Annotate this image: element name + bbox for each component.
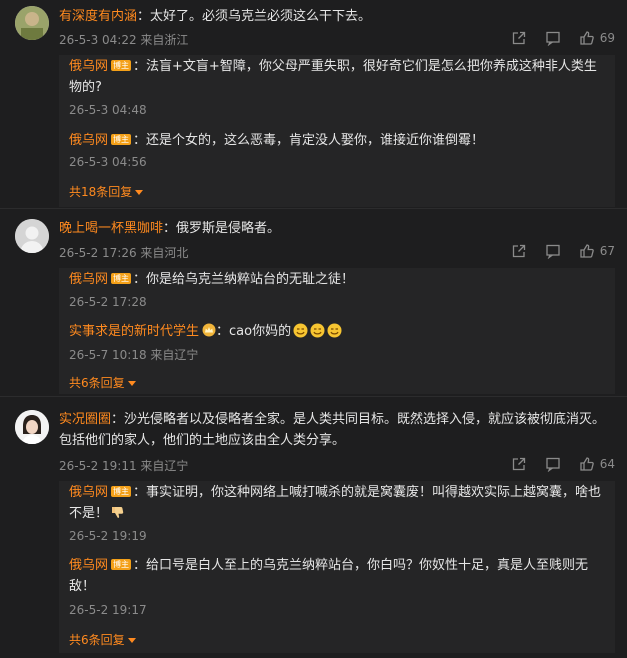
reply-username[interactable]: 俄乌网 — [69, 272, 108, 287]
divider — [0, 208, 627, 209]
username[interactable]: 有深度有内涵 — [59, 9, 137, 24]
comment-text: 有深度有内涵：太好了。必须乌克兰必须这么干下去。 — [59, 9, 372, 24]
comment-icon[interactable] — [545, 30, 561, 47]
reply-meta: 26-5-2 17:28 — [69, 295, 147, 309]
share-icon[interactable] — [511, 456, 527, 472]
caret-down-icon — [135, 190, 144, 195]
like-icon[interactable] — [579, 456, 595, 472]
like-icon[interactable] — [579, 30, 595, 46]
comment-actions: 64 — [493, 456, 615, 473]
avatar[interactable] — [15, 219, 49, 253]
caret-down-icon — [127, 638, 136, 643]
reply-text: 俄乌网 博主 ：给口号是白人至上的乌克兰纳粹站台，你白吗？你奴性十足，真是人至贱则无… — [69, 558, 589, 594]
more-replies-link[interactable]: 共6条回复 — [69, 631, 136, 648]
comment-actions: 67 — [493, 243, 615, 260]
emoji-icon — [310, 323, 325, 338]
reply-text: 俄乌网 博主 ：事实证明，你这种网络上喊打喊杀的就是窝囊废！叫得越欢实际上越窝囊，啥… — [69, 485, 602, 521]
more-replies-link[interactable]: 共6条回复 — [69, 374, 136, 391]
reply-username[interactable]: 实事求是的新时代学生 — [69, 324, 199, 339]
comment-text: 晚上喝一杯黑咖啡：俄罗斯是侵略者。 — [59, 221, 281, 236]
like-count: 69 — [599, 31, 615, 45]
reply-meta: 26-5-2 19:17 — [69, 603, 147, 617]
reply-block: 俄乌网 博主 ：事实证明，你这种网络上喊打喊杀的就是窝囊废！叫得越欢实际上越窝囊，啥… — [59, 481, 615, 653]
reply-meta: 26-5-7 10:18 来自辽宁 — [69, 348, 199, 362]
reply-username[interactable]: 俄乌网 — [69, 133, 108, 148]
blogger-badge: 博主 — [111, 486, 132, 497]
blogger-badge: 博主 — [111, 273, 132, 284]
caret-down-icon — [127, 381, 136, 386]
reply-username[interactable]: 俄乌网 — [69, 485, 108, 500]
share-icon[interactable] — [511, 243, 527, 259]
reply-text: 俄乌网 博主 ：法盲+文盲+智障，你父母严重失职，很好奇它们是怎么把你养成这种非人类… — [69, 59, 597, 95]
thumbs-down-icon — [110, 505, 125, 520]
comment-icon[interactable] — [545, 456, 561, 473]
more-replies-link[interactable]: 共18条回复 — [69, 183, 144, 200]
share-icon[interactable] — [511, 30, 527, 46]
emoji-icon — [293, 323, 308, 338]
comment-text: 实况圈圈：沙光侵略者以及侵略者全家。是人类共同目标。既然选择入侵，就应该被彻底消… — [59, 412, 606, 448]
comment-meta: 26-5-3 04:22 来自浙江 — [59, 33, 189, 47]
reply-text: 俄乌网 博主 ：你是给乌克兰纳粹站台的无耻之徒！ — [69, 272, 355, 287]
like-count: 64 — [599, 457, 615, 471]
divider — [0, 396, 627, 397]
avatar[interactable] — [15, 410, 49, 444]
comment-meta: 26-5-2 19:11 来自辽宁 — [59, 459, 189, 473]
reply-block: 俄乌网 博主 ：法盲+文盲+智障，你父母严重失职，很好奇它们是怎么把你养成这种非人类… — [59, 55, 615, 207]
like-count: 67 — [599, 244, 615, 258]
comment-meta: 26-5-2 17:26 来自河北 — [59, 246, 189, 260]
comment-actions: 69 — [493, 30, 615, 47]
reply-meta: 26-5-3 04:56 — [69, 155, 147, 169]
crown-icon — [202, 323, 216, 337]
comment-icon[interactable] — [545, 243, 561, 260]
blogger-badge: 博主 — [111, 559, 132, 570]
reply-username[interactable]: 俄乌网 — [69, 558, 108, 573]
avatar[interactable] — [15, 6, 49, 40]
reply-block: 俄乌网 博主 ：你是给乌克兰纳粹站台的无耻之徒！ 26-5-2 17:28 实事求是… — [59, 268, 615, 394]
reply-text: 实事求是的新时代学生 ：cao你妈的 — [69, 321, 605, 342]
reply-username[interactable]: 俄乌网 — [69, 59, 108, 74]
reply-text: 俄乌网 博主 ：还是个女的，这么恶毒，肯定没人娶你，谁接近你谁倒霉！ — [69, 133, 485, 148]
reply-meta: 26-5-2 19:19 — [69, 529, 147, 543]
blogger-badge: 博主 — [111, 134, 132, 145]
reply-meta: 26-5-3 04:48 — [69, 103, 147, 117]
username[interactable]: 实况圈圈 — [59, 412, 111, 427]
blogger-badge: 博主 — [111, 60, 132, 71]
username[interactable]: 晚上喝一杯黑咖啡 — [59, 221, 163, 236]
like-icon[interactable] — [579, 243, 595, 259]
emoji-icon — [327, 323, 342, 338]
